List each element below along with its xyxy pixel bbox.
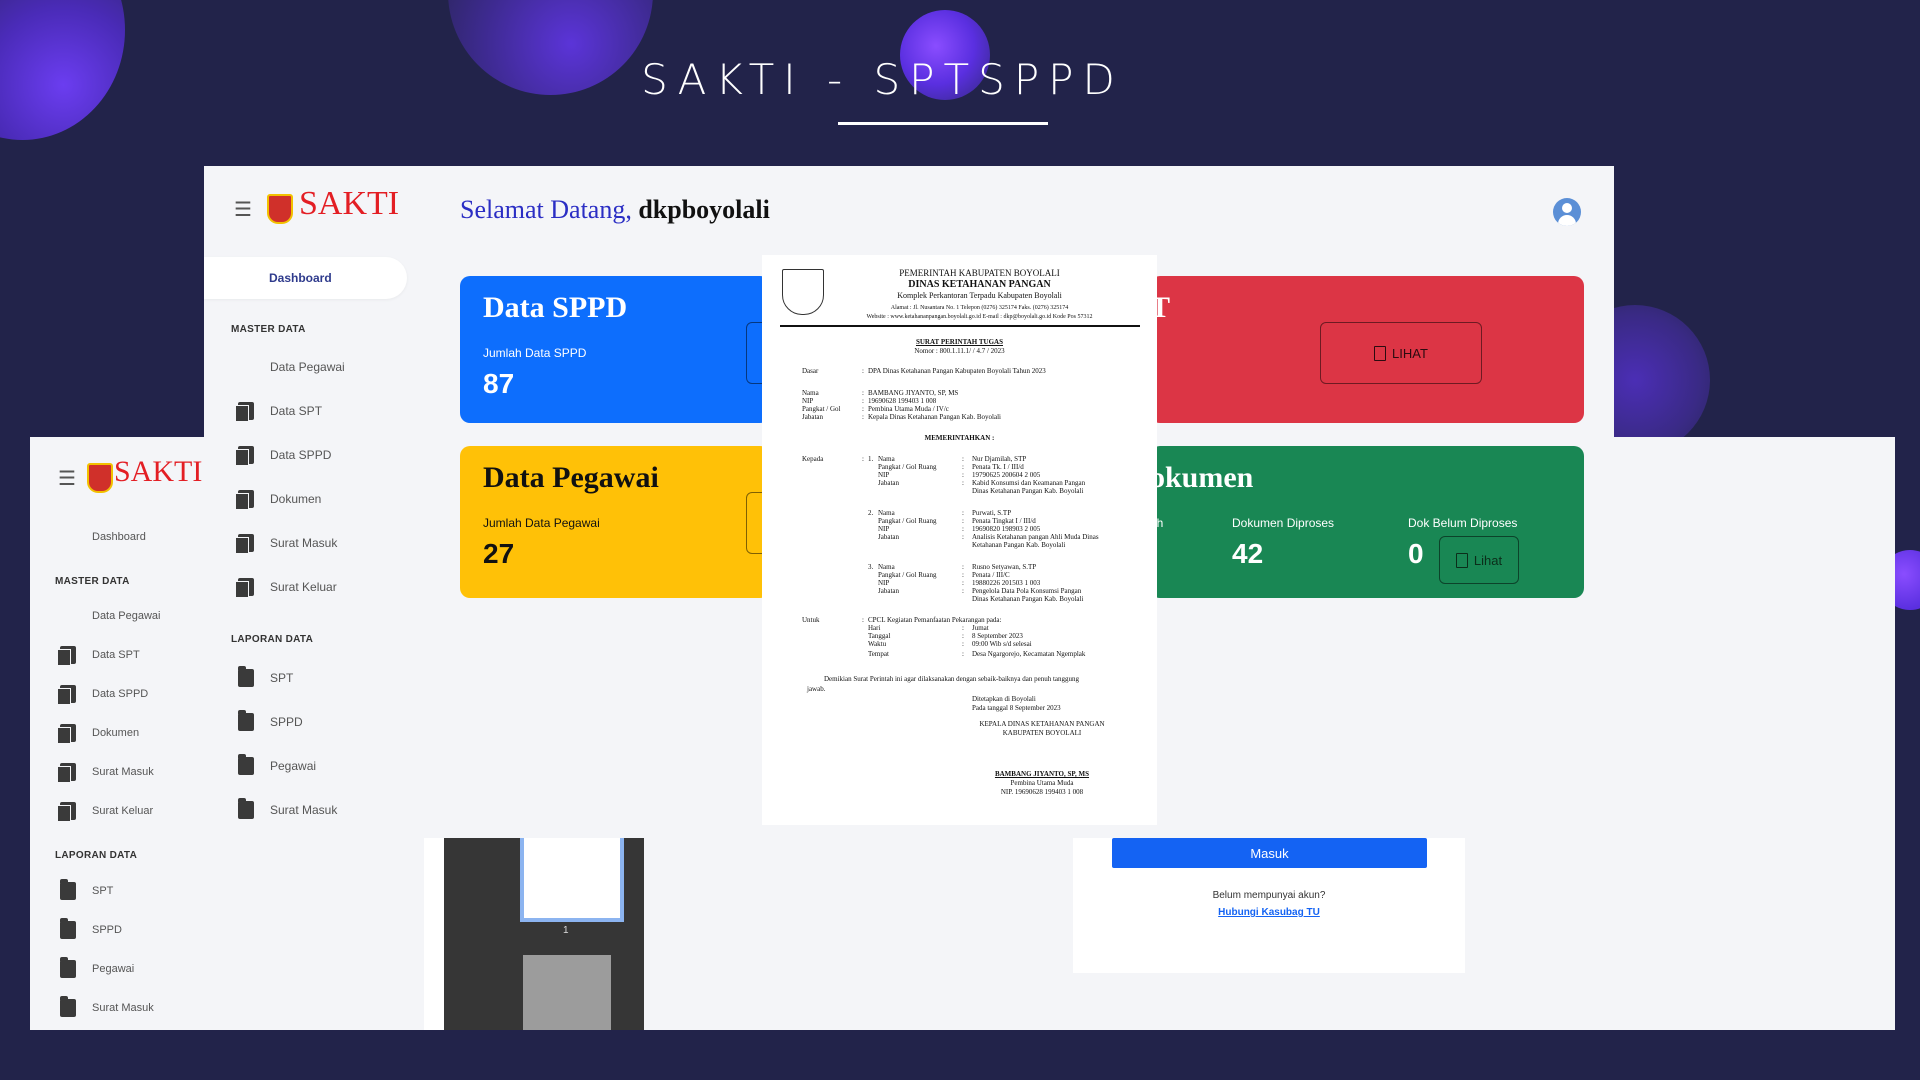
sidebar-item-surat-keluar[interactable]: Surat Keluar [235,578,337,598]
dashboard-icon [237,269,253,287]
sidebar-section-laporan: LAPORAN DATA [231,634,314,645]
sidebar-item-report-spt[interactable]: SPT [60,879,113,900]
sidebar-item-data-spt[interactable]: Data SPT [235,402,322,422]
sidebar-item-data-pegawai[interactable]: Data Pegawai [60,607,161,625]
sidebar-item-report-pegawai[interactable]: Pegawai [238,754,316,775]
pdf-page-number: 1 [563,925,569,936]
doc-gov: PEMERINTAH KABUPATEN BOYOLALI [899,268,1060,278]
document-icon [57,724,76,744]
sidebar-item-data-sppd[interactable]: Data SPPD [235,446,331,466]
dok-belum-label: Dok Belum Diproses [1408,516,1518,530]
sidebar-item-dashboard[interactable]: Dashboard [60,528,146,546]
doc-address: Alamat : Jl. Nusantara No. 1 Telepon (02… [890,305,1069,311]
contact-link[interactable]: Hubungi Kasubag TU [1073,907,1465,918]
sidebar-item-report-pegawai[interactable]: Pegawai [60,957,134,978]
folder-icon [60,879,76,900]
folder-icon [238,754,254,775]
folder-icon [60,918,76,939]
username: dkpboyolali [638,195,770,224]
dashboard-icon [60,528,76,546]
sidebar-item-data-spt[interactable]: Data SPT [57,646,140,666]
masuk-button[interactable]: Masuk [1112,838,1427,868]
card-label: Jumlah Data Pegawai [483,516,600,530]
document-icon [57,802,76,822]
card-title: okumen [1150,461,1254,494]
card-value: 27 [483,538,515,569]
document-icon [235,446,254,466]
logo-shield-icon [267,194,293,224]
sidebar-item-report-sppd[interactable]: SPPD [238,710,303,731]
sidebar-item-report-spt[interactable]: SPT [238,666,293,687]
document-icon [57,763,76,783]
lihat-button[interactable]: LIHAT [1320,322,1482,384]
pdf-page-thumbnail[interactable] [520,838,624,922]
page-title: SAKTI - SPTSPPD [641,55,1124,104]
pdf-page-thumbnail[interactable] [523,955,611,1030]
app-logo-text: SAKTI [299,185,400,222]
doc-number: Nomor : 800.1.11.1/ / 4.7 / 2023 [914,347,1005,355]
doc-complex: Komplek Perkantoran Terpadu Kabupaten Bo… [897,291,1062,300]
document-icon [57,646,76,666]
hamburger-menu-icon[interactable]: ☰ [234,197,252,222]
file-icon [1455,552,1468,568]
folder-icon [238,666,254,687]
folder-icon [238,798,254,819]
doc-rule [780,325,1140,327]
card-value: 87 [483,368,515,399]
signup-prompt: Belum mempunyai akun? [1212,890,1326,901]
folder-icon [60,957,76,978]
sidebar-section-laporan: LAPORAN DATA [55,850,138,861]
sidebar-item-surat-keluar[interactable]: Surat Keluar [57,802,153,822]
sidebar-section-master: MASTER DATA [231,324,306,335]
doc-signatory: BAMBANG JIYANTO, SP, MS [994,770,1090,778]
sidebar-item-data-sppd[interactable]: Data SPPD [57,685,148,705]
card-data-pegawai: Data Pegawai Jumlah Data Pegawai 27 [460,446,770,598]
folder-icon [238,710,254,731]
welcome-message: Selamat Datang, dkpboyolali [460,195,770,224]
doc-website: Website : www.ketahananpangan.boyolali.g… [866,314,1093,320]
sidebar-item-dokumen[interactable]: Dokumen [57,724,139,744]
sidebar-item-dashboard[interactable]: Dashboard [237,269,332,287]
sidebar-item-report-surat-masuk[interactable]: Surat Masuk [238,798,337,819]
sidebar-item-surat-masuk[interactable]: Surat Masuk [57,763,154,783]
sidebar-item-surat-masuk[interactable]: Surat Masuk [235,534,337,554]
app-logo-text: SAKTI [114,455,203,488]
file-icon [1374,345,1387,361]
people-icon [60,607,76,625]
document-icon [235,490,254,510]
dok-belum-value: 0 [1408,538,1424,569]
card-title: Data SPPD [483,291,628,324]
hamburger-menu-icon[interactable]: ☰ [58,466,76,491]
viewer-margin [424,838,444,1030]
sidebar-item-report-surat-masuk[interactable]: Surat Masuk [60,996,154,1017]
surat-perintah-tugas-document: PEMERINTAH KABUPATEN BOYOLALI DINAS KETA… [762,255,1157,825]
document-icon [57,685,76,705]
card-data-sppd: Data SPPD Jumlah Data SPPD 87 [460,276,770,423]
avatar-icon[interactable] [1553,198,1581,226]
doc-office: DINAS KETAHANAN PANGAN [908,279,1051,290]
sidebar-section-master: MASTER DATA [55,576,130,587]
people-icon [238,358,254,376]
doc-title: SURAT PERINTAH TUGAS [915,338,1003,346]
card-data-spt: T LIHAT [1150,276,1584,423]
lihat-button[interactable]: Lihat [1439,536,1519,584]
card-dokumen: okumen ah Dokumen Diproses 42 Dok Belum … [1150,446,1584,598]
dokumen-diproses-label: Dokumen Diproses [1232,516,1335,530]
document-icon [235,402,254,422]
card-title: Data Pegawai [483,461,659,494]
logo-shield-icon [87,463,113,493]
document-icon [235,534,254,554]
sidebar-item-data-pegawai[interactable]: Data Pegawai [238,358,345,376]
title-underline [838,122,1048,125]
sidebar-item-report-sppd[interactable]: SPPD [60,918,122,939]
dokumen-diproses-value: 42 [1232,538,1264,569]
card-label: Jumlah Data SPPD [483,346,587,360]
folder-icon [60,996,76,1017]
sidebar-item-dokumen[interactable]: Dokumen [235,490,321,510]
document-icon [235,578,254,598]
